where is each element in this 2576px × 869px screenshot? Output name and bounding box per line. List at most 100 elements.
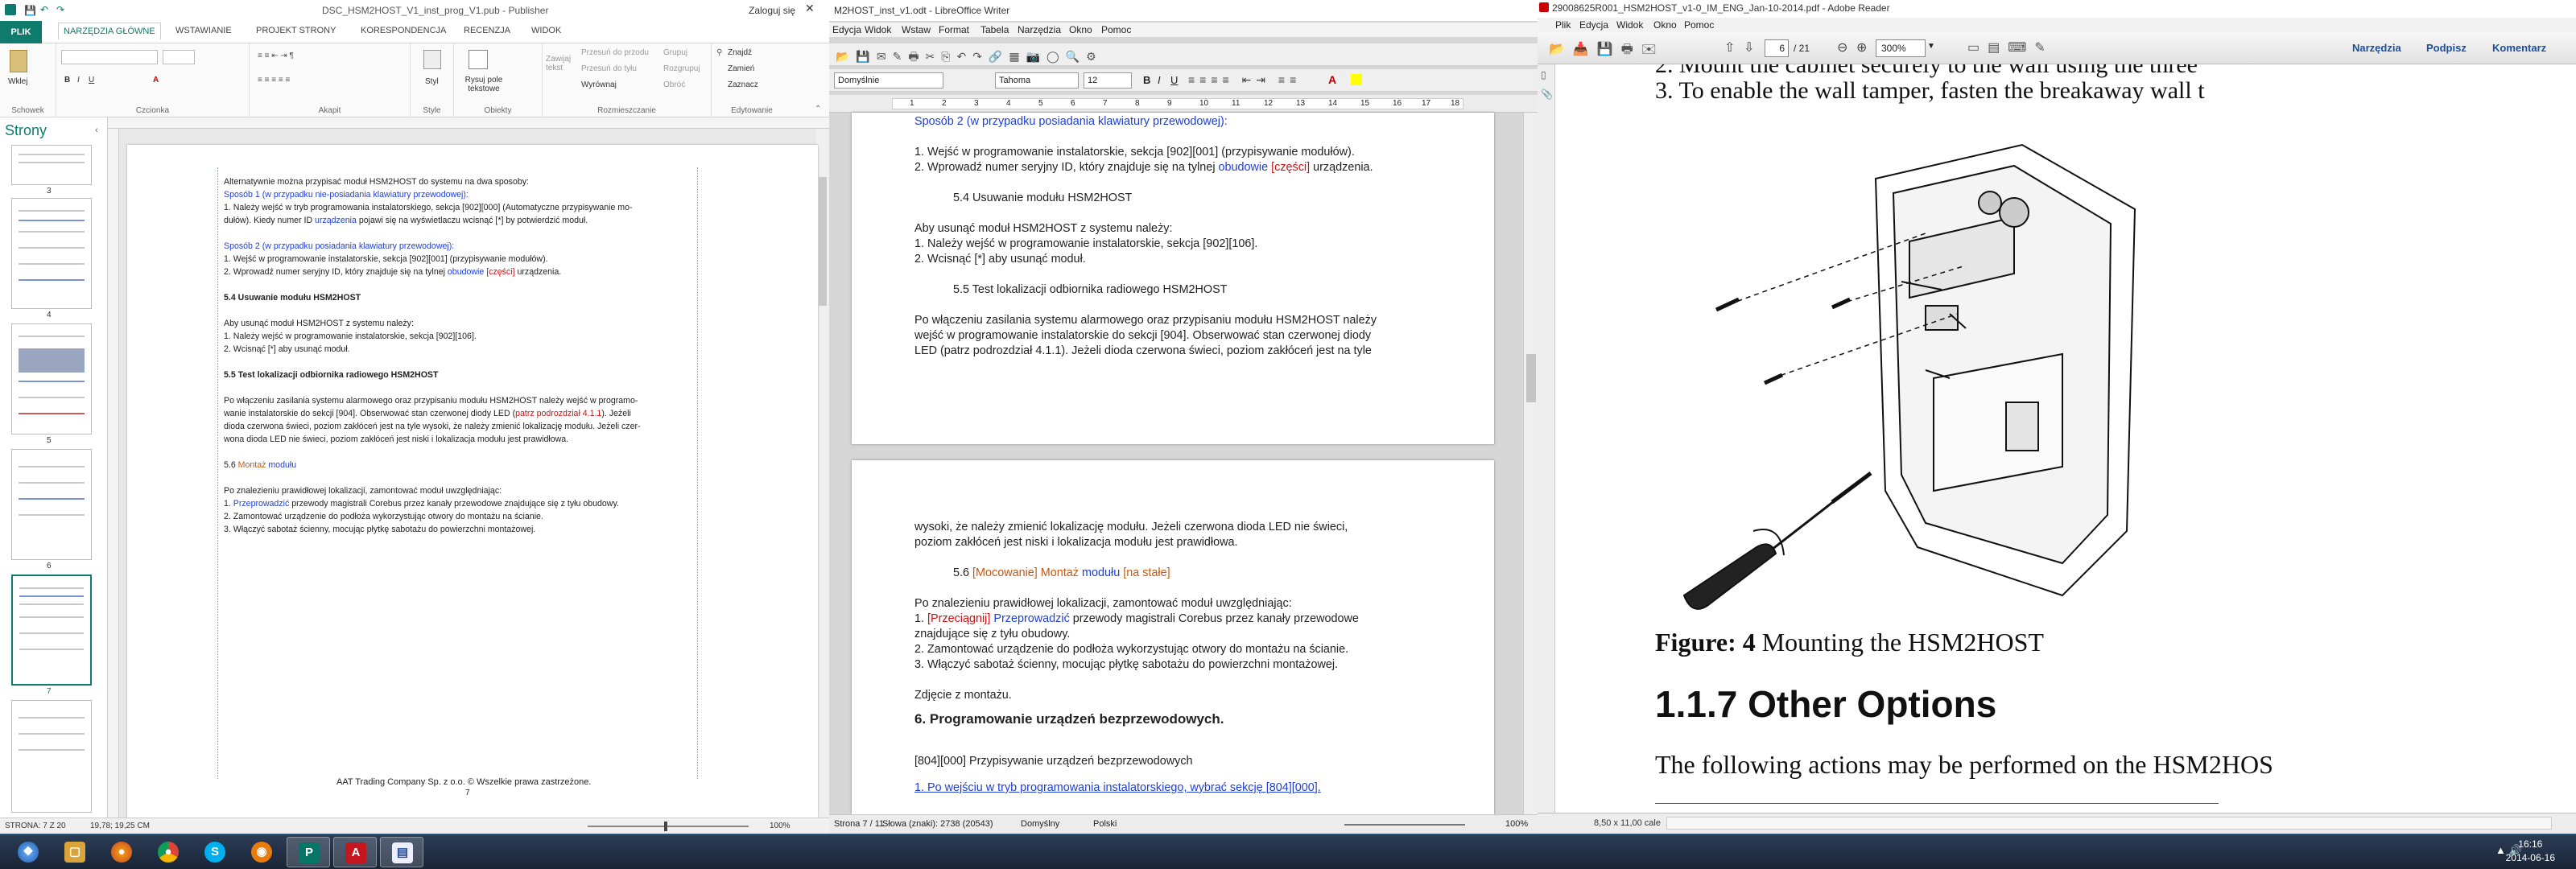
alignment-icons[interactable]: ≡≡≡≡ ⇤⇥ ≡≡	[1188, 73, 1301, 87]
tab-mailings[interactable]: KORESPONDENCJA	[361, 26, 446, 35]
zoom-slider-thumb[interactable]	[664, 822, 667, 831]
underline-icon[interactable]: U	[89, 76, 94, 84]
taskbar-publisher[interactable]: P	[287, 837, 330, 867]
font-size-select[interactable]: 12	[1084, 72, 1132, 89]
find-button[interactable]: Znajdź	[728, 48, 752, 57]
sign-pane-button[interactable]: Podpisz	[2426, 42, 2467, 54]
taskbar-chrome[interactable]: ●	[147, 837, 190, 867]
collapse-ribbon-icon[interactable]: ⌃	[815, 105, 821, 113]
menu-help[interactable]: Pomoc	[1101, 24, 1131, 35]
page-thumb-8[interactable]	[11, 700, 92, 813]
taskbar-skype[interactable]: S	[193, 837, 237, 867]
tab-insert[interactable]: WSTAWIANIE	[175, 26, 232, 35]
zoom-slider[interactable]	[1344, 824, 1465, 826]
page-thumb-6[interactable]	[11, 449, 92, 560]
file-tool-icons[interactable]: 📂📥💾🖶✉	[1549, 40, 1665, 62]
group-button[interactable]: Grupuj	[663, 48, 687, 57]
font-name-box[interactable]	[61, 50, 158, 64]
clock[interactable]: 16:16 2014-06-16	[2506, 838, 2555, 865]
menu-file[interactable]: Plik	[1555, 19, 1571, 31]
bold-icon[interactable]: B	[1143, 74, 1150, 86]
menu-edit[interactable]: Edycja	[832, 24, 861, 35]
wrap-text-button[interactable]: Zawijaj tekst	[546, 55, 575, 72]
menu-edit[interactable]: Edycja	[1579, 19, 1608, 31]
select-button[interactable]: Zaznacz	[728, 80, 758, 89]
font-name-select[interactable]: Tahoma	[995, 72, 1079, 89]
publisher-text-frame[interactable]: Alternatywnie można przypisać moduł HSM2…	[224, 175, 707, 536]
writer-scrollbar[interactable]	[1523, 113, 1538, 814]
menu-format[interactable]: Format	[939, 24, 969, 35]
tab-page-design[interactable]: PROJEKT STRONY	[256, 26, 336, 35]
tab-view[interactable]: WIDOK	[531, 26, 561, 35]
start-button[interactable]: ❖	[6, 837, 50, 867]
taskbar-firefox[interactable]: ●	[100, 837, 143, 867]
italic-icon[interactable]: I	[77, 76, 80, 84]
taskbar-acrobat[interactable]: A	[333, 837, 377, 867]
font-color-icon[interactable]: A	[153, 76, 159, 84]
next-page-icon[interactable]: ⇩	[1744, 39, 1754, 56]
style-button[interactable]: Styl	[425, 77, 439, 86]
menu-help[interactable]: Pomoc	[1684, 19, 1714, 31]
paragraph-style-select[interactable]: Domyślnie	[834, 72, 943, 89]
page-thumb-7-selected[interactable]	[11, 575, 92, 686]
italic-icon[interactable]: I	[1158, 74, 1161, 86]
taskbar-explorer[interactable]: ▢	[53, 837, 97, 867]
style-icon[interactable]	[423, 50, 441, 69]
comment-pane-button[interactable]: Komentarz	[2492, 42, 2546, 54]
tab-review[interactable]: RECENZJA	[464, 26, 510, 35]
zoom-slider[interactable]	[588, 826, 749, 827]
menu-insert[interactable]: Wstaw	[902, 24, 931, 35]
draw-text-box-button[interactable]: Rysuj pole tekstowe	[459, 76, 509, 93]
paste-button[interactable]: Wklej	[8, 77, 27, 86]
menu-table[interactable]: Tabela	[980, 24, 1009, 35]
save-icon[interactable]: 💾	[24, 5, 36, 16]
page-number-input[interactable]: 6	[1765, 39, 1789, 57]
zoom-in-icon[interactable]: ⊕	[1856, 39, 1867, 56]
zoom-out-icon[interactable]: ⊖	[1837, 39, 1847, 56]
attachment-icon[interactable]: 📎	[1541, 89, 1553, 100]
draw-text-box-icon[interactable]	[469, 50, 488, 69]
tab-home[interactable]: NARZĘDZIA GŁÓWNE	[58, 23, 161, 39]
bring-forward-button[interactable]: Przesuń do przodu	[581, 48, 649, 57]
replace-button[interactable]: Zamień	[728, 64, 754, 73]
font-size-box[interactable]	[163, 50, 195, 64]
align-icons[interactable]: ≡ ≡ ≡ ≡ ≡	[258, 76, 290, 84]
prev-page-icon[interactable]: ⇧	[1724, 39, 1735, 56]
publisher-scrollbar[interactable]	[816, 129, 829, 818]
bullets-icon[interactable]: ≡ ≡ ⇤ ⇥ ¶	[258, 51, 294, 60]
page-thumb-4[interactable]	[11, 198, 92, 309]
horizontal-scrollbar[interactable]	[1666, 817, 2552, 830]
menu-view[interactable]: Widok	[865, 24, 891, 35]
underline-icon[interactable]: U	[1170, 74, 1178, 86]
ungroup-button[interactable]: Rozgrupuj	[663, 64, 700, 73]
menu-tools[interactable]: Narzędzia	[1018, 24, 1061, 35]
tools-pane-button[interactable]: Narzędzia	[2352, 42, 2401, 54]
align-button[interactable]: Wyrównaj	[581, 80, 617, 89]
menu-view[interactable]: Widok	[1616, 19, 1643, 31]
menu-window[interactable]: Okno	[1653, 19, 1677, 31]
undo-icon[interactable]: ↶	[40, 4, 48, 15]
page-thumb-5[interactable]	[11, 323, 92, 434]
writer-text-block[interactable]: Sposób 2 (w przypadku posiadania klawiat…	[914, 114, 1430, 359]
writer-text-block[interactable]: wysoki, że należy zmienić lokalizację mo…	[914, 520, 1430, 796]
taskbar-blender[interactable]: ◉	[240, 837, 283, 867]
taskbar-writer[interactable]: ▤	[380, 837, 423, 867]
collapse-pane-icon[interactable]: ‹	[95, 126, 98, 135]
chevron-down-icon[interactable]: ▼	[1927, 42, 1935, 51]
highlight-icon[interactable]	[1351, 74, 1362, 85]
sign-in-link[interactable]: Zaloguj się	[749, 5, 795, 16]
send-backward-button[interactable]: Przesuń do tyłu	[581, 64, 637, 73]
font-color-icon[interactable]: A	[1328, 73, 1336, 86]
page-thumbnails-icon[interactable]: ▯	[1541, 69, 1546, 80]
view-tool-icons[interactable]: ▭▤⌨✎	[1967, 39, 2054, 56]
bold-icon[interactable]: B	[64, 76, 70, 84]
close-icon[interactable]: ✕	[805, 2, 815, 15]
menu-window[interactable]: Okno	[1069, 24, 1092, 35]
standard-toolbar-icons[interactable]: 📂💾✉✎🖶✂⎘↶↷🔗▦📷◯🔍⚙	[836, 48, 1103, 68]
paste-icon[interactable]	[10, 50, 27, 72]
page-thumb-3[interactable]	[11, 145, 92, 185]
zoom-select[interactable]: 300%	[1876, 39, 1926, 57]
tab-file[interactable]: PLIK	[0, 21, 42, 43]
redo-icon[interactable]: ↷	[56, 4, 64, 15]
rotate-button[interactable]: Obróć	[663, 80, 685, 89]
